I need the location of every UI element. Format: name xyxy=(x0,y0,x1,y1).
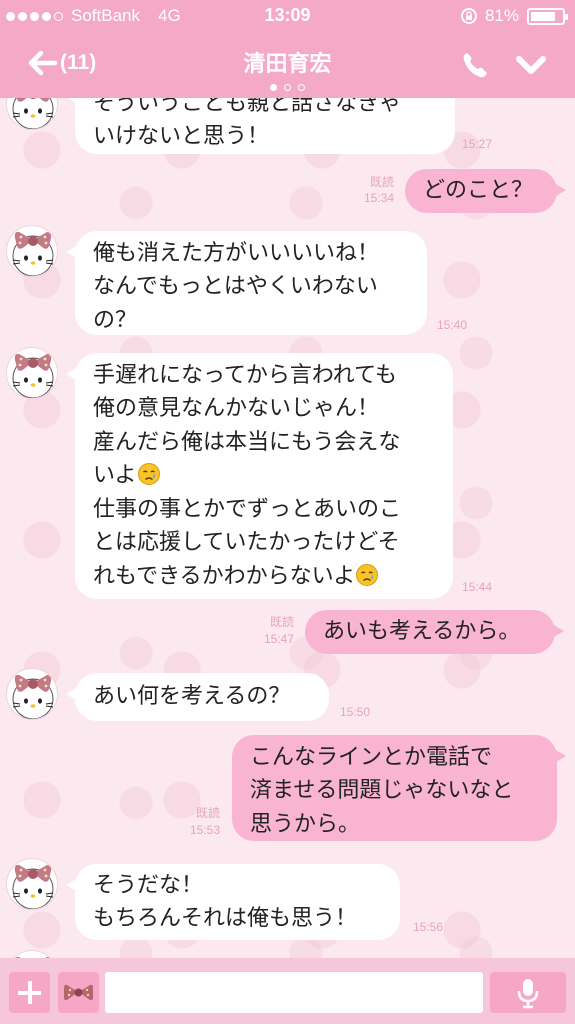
message-bubble-incoming[interactable]: 俺も消えた方がいいいいね！ なんでもっとはやくいわない の？ xyxy=(66,231,427,335)
message-time: 15:40 xyxy=(437,318,468,332)
message-time: 15:56 xyxy=(413,920,444,934)
message-bubble-outgoing[interactable]: どのこと？ xyxy=(405,169,566,213)
avatar[interactable] xyxy=(6,858,58,910)
message-line: いけないと思う！ xyxy=(93,124,270,150)
message-input-bar xyxy=(0,958,575,1024)
page-indicator xyxy=(0,84,575,91)
chevron-down-icon[interactable] xyxy=(514,50,548,80)
chat-log[interactable]: そういうことも親と話さなきゃ いけないと思う！ 15:27 既読 15:34 ど… xyxy=(0,98,575,958)
message-bubble-outgoing[interactable]: こんなラインとか電話で 済ませる問題じゃないなと 思うから。 xyxy=(232,735,566,841)
message-line: あいも考えるから。 xyxy=(323,619,521,644)
message-time: 15:34 xyxy=(363,191,394,205)
message-line: あい何を考えるの？ xyxy=(93,684,291,709)
message-time: 15:53 xyxy=(189,823,220,837)
page-dot xyxy=(284,84,291,91)
avatar[interactable] xyxy=(6,950,58,958)
message-line: 済ませる問題じゃないなと xyxy=(250,778,514,804)
battery-icon xyxy=(527,7,568,25)
plus-icon[interactable] xyxy=(9,972,50,1013)
read-receipt: 既読 xyxy=(195,806,220,820)
message-line: なんでもっとはやくいわない xyxy=(93,274,378,300)
message-bubble-incoming[interactable]: そうだな！ もちろんそれは俺も思う！ xyxy=(66,864,400,940)
message-line: の？ xyxy=(93,307,138,333)
message-line: 思うから。 xyxy=(250,811,361,837)
message-time: 15:47 xyxy=(263,632,294,646)
crying-face-icon xyxy=(137,463,160,486)
avatar[interactable] xyxy=(6,668,58,720)
message-line: どのこと？ xyxy=(423,178,534,203)
avatar[interactable] xyxy=(6,225,58,277)
chat-header: (11) 清田育宏 xyxy=(0,32,575,98)
message-line: 俺も消えた方がいいいいね！ xyxy=(93,241,380,266)
message-bubble-outgoing[interactable]: あいも考えるから。 xyxy=(305,610,564,654)
phone-icon[interactable] xyxy=(460,50,494,80)
message-bubble-incoming[interactable]: 手遅れになってから言われても 俺の意見なんかないじゃん！ 産んだら俺は本当にもう… xyxy=(66,353,453,599)
message-input[interactable] xyxy=(105,972,483,1013)
sticker-icon[interactable] xyxy=(58,972,99,1013)
page-dot xyxy=(270,84,277,91)
message-time: 15:27 xyxy=(462,137,493,151)
message-line: 産んだら俺は本当にもう会えな xyxy=(93,429,401,455)
message-time: 15:50 xyxy=(340,705,371,719)
message-line: こんなラインとか電話で xyxy=(250,745,493,770)
message-line: とは応援していたかったけどそ xyxy=(93,530,400,556)
message-line: 手遅れになってから言われても xyxy=(93,363,398,388)
read-receipt: 既読 xyxy=(369,175,394,189)
rotation-lock-icon xyxy=(460,8,477,24)
message-text: いよ xyxy=(93,463,137,489)
mic-icon[interactable] xyxy=(490,972,566,1013)
message-bubble-incoming[interactable]: あい何を考えるの？ xyxy=(66,673,329,721)
read-receipt: 既読 xyxy=(269,615,294,629)
message-line: そうだな！ xyxy=(93,873,204,898)
message-line: もちろんそれは俺も思う！ xyxy=(93,906,358,932)
message-line: いよ xyxy=(93,459,435,492)
avatar[interactable] xyxy=(6,347,58,399)
message-text: れもできるかわからないよ xyxy=(93,563,356,589)
status-bar: SoftBank 4G 13:09 81% xyxy=(0,0,575,32)
message-line: そういうことも親と話さなきゃ xyxy=(93,98,402,116)
crying-face-icon xyxy=(356,563,379,586)
avatar[interactable] xyxy=(6,98,58,130)
message-line: れもできるかわからないよ xyxy=(93,560,435,593)
page-dot xyxy=(298,84,305,91)
message-bubble-incoming[interactable]: そういうことも親と話さなきゃ いけないと思う！ xyxy=(66,98,455,154)
battery-percent: 81% xyxy=(484,6,519,25)
message-line: 俺の意見なんかないじゃん！ xyxy=(93,396,380,422)
message-time: 15:44 xyxy=(462,580,493,594)
message-line: 仕事の事とかでずっとあいのこ xyxy=(93,496,402,522)
